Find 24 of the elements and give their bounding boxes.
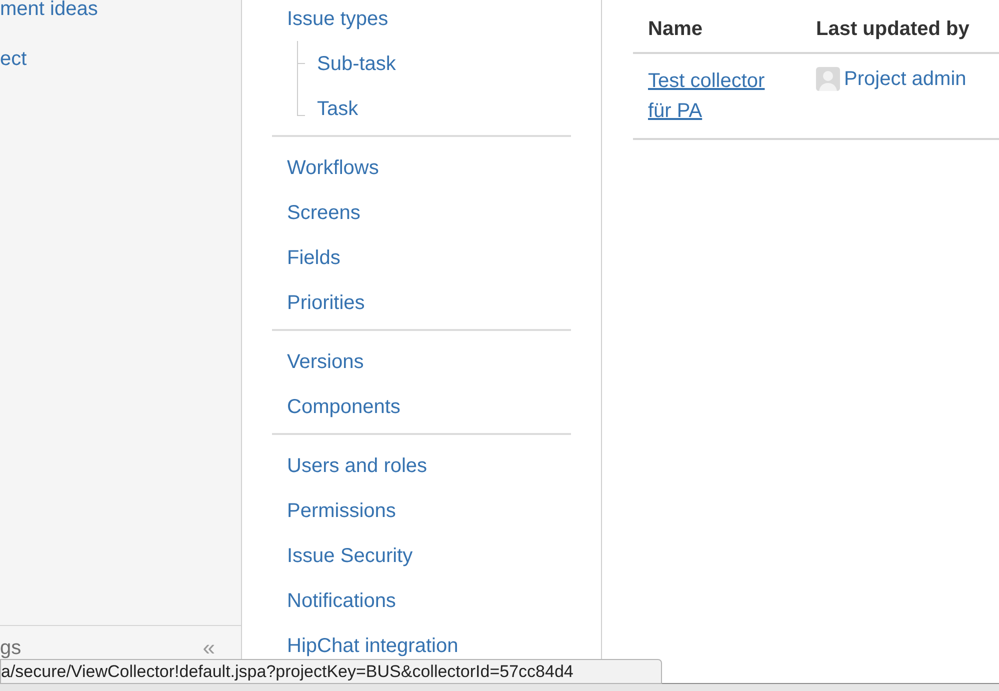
nav-link[interactable]: Fields (287, 246, 340, 270)
nav-link[interactable]: Issue Security (287, 544, 413, 568)
nav-link[interactable]: Versions (287, 350, 364, 374)
nav-link[interactable]: Permissions (287, 498, 396, 522)
nav-link[interactable]: Issue types (287, 6, 388, 30)
nav-link[interactable]: Priorities (287, 290, 365, 314)
nav-link[interactable]: HipChat integration (287, 634, 458, 658)
nav-link[interactable]: Components (287, 394, 400, 418)
sidebar-footer-label: gs (0, 636, 22, 660)
sidebar-link[interactable]: ect (0, 47, 27, 71)
nav-link[interactable]: Task (317, 96, 358, 120)
column-header: Name (633, 6, 801, 53)
column-header: Last updated by (801, 6, 999, 53)
nav-link[interactable]: Screens (287, 200, 360, 224)
nav-link[interactable]: Workflows (287, 156, 379, 180)
status-url-tooltip: a/secure/ViewCollector!default.jspa?projectKey=BUS&collectorId=57cc84d4 (0, 659, 662, 684)
nav-link[interactable]: Sub-task (317, 52, 396, 76)
avatar-icon (816, 67, 840, 91)
user-link[interactable]: Project admin (844, 67, 966, 91)
sidebar-link[interactable]: ment ideas (0, 0, 98, 21)
nav-link[interactable]: Notifications (287, 588, 396, 612)
nav-link[interactable]: Users and roles (287, 454, 428, 478)
collector-link[interactable]: Test collector für PA (648, 66, 788, 126)
collapse-sidebar-button[interactable]: « (202, 636, 215, 660)
